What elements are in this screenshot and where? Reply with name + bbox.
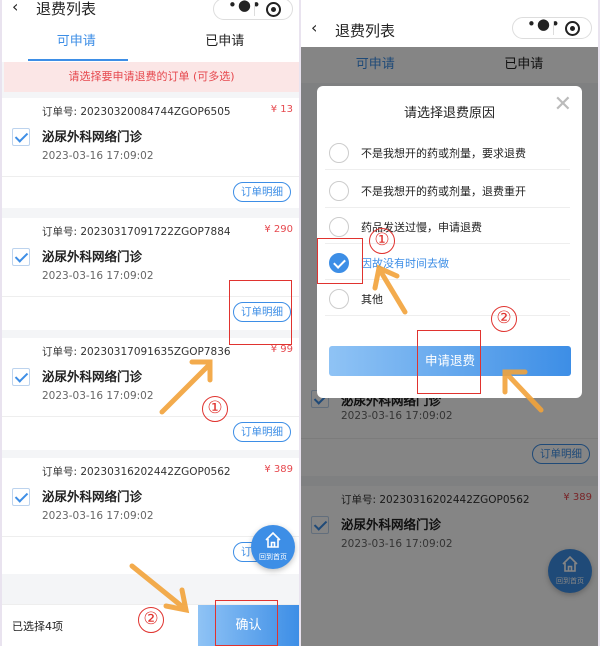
refund-list-screen: ‹ 退费列表 •●• 可申请 已申请 请选择要申请退费的订单 (可多选) 订单号…	[2, 0, 299, 646]
arrow-to-reason	[378, 269, 408, 315]
arrow-to-apply	[504, 371, 544, 413]
arrow-annotations	[372, 264, 544, 413]
arrow-to-detail	[159, 363, 211, 415]
arrow-to-confirm	[129, 563, 187, 611]
arrow-annotations	[129, 359, 213, 614]
refund-reason-screen: ‹ 退费列表 •●• 可申请 已申请 泌尿外科网络门诊 2023-03-16 1…	[301, 0, 598, 646]
